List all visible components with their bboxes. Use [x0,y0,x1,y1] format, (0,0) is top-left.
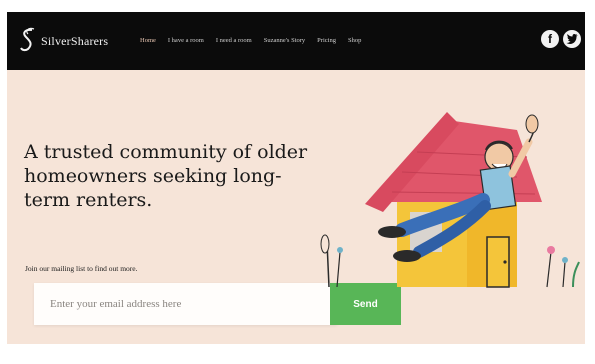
nav-link-i-have-a-room[interactable]: I have a room [168,37,204,44]
logo-icon[interactable] [19,27,37,53]
brand-name[interactable]: SilverSharers [41,34,108,49]
email-field-container [34,283,337,325]
nav-link-suzannes-story[interactable]: Suzanne's Story [264,37,305,44]
nav-link-pricing[interactable]: Pricing [317,37,336,44]
nav-links: Home I have a room I need a room Suzanne… [140,37,373,44]
hero-headline: A trusted community of older homeowners … [24,141,308,211]
plant-left [320,234,343,288]
bird-glyph [566,34,578,44]
screenshot-frame: SilverSharers Home I have a room I need … [0,0,595,364]
plant-right [546,246,580,288]
nav-link-home[interactable]: Home [140,37,156,44]
nav-link-shop[interactable]: Shop [348,37,361,44]
website: SilverSharers Home I have a room I need … [7,12,585,344]
mailing-list-prompt: Join our mailing list to find out more. [25,264,138,273]
top-navigation: SilverSharers Home I have a room I need … [7,12,585,70]
house-illustration [320,112,580,288]
email-field[interactable] [34,283,330,325]
nav-link-i-need-a-room[interactable]: I need a room [216,37,252,44]
twitter-icon[interactable] [563,30,581,48]
facebook-icon[interactable]: f [541,30,559,48]
